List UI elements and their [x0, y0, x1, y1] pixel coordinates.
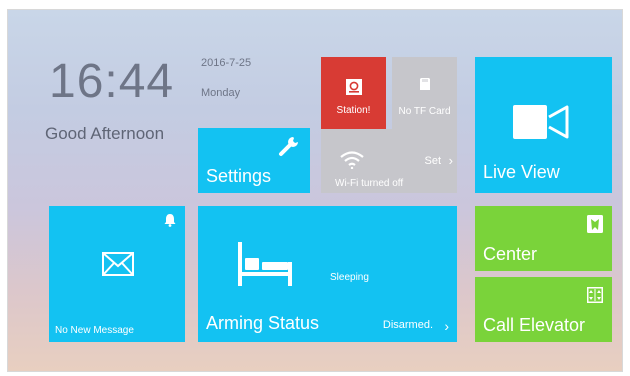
clock-weekday: Monday [201, 87, 241, 99]
chevron-right-icon: › [444, 318, 449, 334]
wifi-tile[interactable]: Set › Wi-Fi turned off [321, 129, 457, 193]
center-tile[interactable]: Center [475, 206, 612, 271]
settings-tile[interactable]: Settings [198, 128, 310, 193]
station-alert-icon [346, 79, 362, 95]
center-label: Center [483, 244, 538, 264]
station-tile[interactable]: Station! [321, 57, 386, 129]
arming-status-tile[interactable]: Sleeping Arming Status Disarmed. › [198, 206, 457, 342]
station-label: Station! [336, 105, 371, 116]
greeting-text: Good Afternoon [45, 124, 165, 143]
wifi-status-label: Wi-Fi turned off [335, 178, 404, 189]
envelope-icon [102, 252, 134, 276]
wifi-icon [339, 149, 365, 169]
message-label: No New Message [55, 325, 134, 336]
guard-icon [587, 215, 603, 233]
wrench-icon [278, 135, 300, 157]
message-tile[interactable]: No New Message [49, 206, 185, 342]
tf-card-label: No TF Card [398, 106, 451, 117]
arming-status-value: Disarmed. [382, 319, 433, 331]
clock-time: 16:44 [49, 55, 175, 108]
call-elevator-label: Call Elevator [483, 315, 586, 335]
home-screen: 16:44 2016-7-25 Monday Good Afternoon St… [7, 9, 623, 372]
arming-status-label: Arming Status [206, 313, 320, 333]
sleeping-mode-label: Sleeping [330, 272, 369, 283]
bell-icon [164, 213, 176, 227]
video-camera-icon [513, 105, 571, 139]
settings-label: Settings [206, 166, 272, 186]
live-view-tile[interactable]: Live View [475, 57, 612, 193]
sd-card-icon [418, 77, 432, 91]
tf-card-tile[interactable]: No TF Card [392, 57, 457, 129]
call-elevator-tile[interactable]: Call Elevator [475, 277, 612, 342]
elevator-icon [587, 287, 603, 303]
bed-icon [238, 242, 292, 286]
wifi-set-label: Set [424, 155, 441, 167]
clock-date: 2016-7-25 [201, 57, 252, 69]
live-view-label: Live View [483, 162, 560, 182]
chevron-right-icon: › [448, 153, 453, 168]
